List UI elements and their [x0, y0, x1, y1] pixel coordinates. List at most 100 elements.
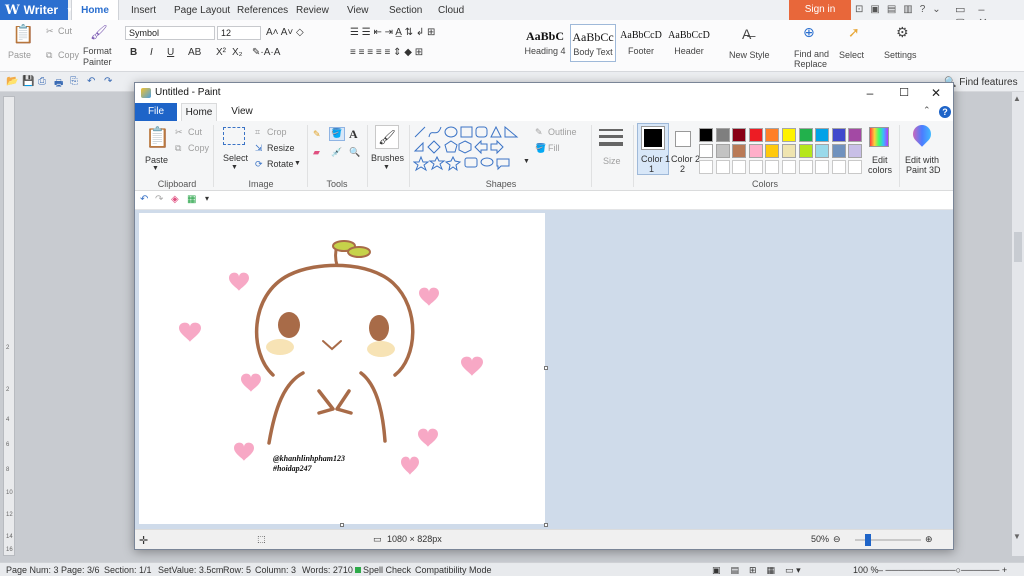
zoom-slider-thumb[interactable]: [865, 534, 871, 546]
palette-swatch[interactable]: [831, 128, 846, 142]
nav-up-icon[interactable]: ▲: [1013, 94, 1021, 103]
paint-redo-icon[interactable]: ↷: [155, 194, 163, 205]
paint-paste-button[interactable]: Paste: [145, 155, 168, 165]
resize-handle-right[interactable]: [544, 366, 548, 370]
palette-swatch-empty[interactable]: [831, 160, 846, 174]
fill-button[interactable]: Fill: [548, 143, 560, 153]
find-replace-label-1[interactable]: Find and: [794, 49, 829, 59]
edit-colors-label-2[interactable]: colors: [868, 165, 892, 175]
palette-swatch[interactable]: [765, 128, 780, 142]
resize-handle-corner[interactable]: [544, 523, 548, 527]
palette-swatch[interactable]: [848, 128, 863, 142]
paint-cut-button[interactable]: Cut: [188, 127, 202, 137]
palette-swatch-empty[interactable]: [715, 160, 730, 174]
strikethrough-button[interactable]: AB: [188, 47, 201, 58]
format-painter-label-1[interactable]: Format: [83, 46, 112, 56]
superscript-button[interactable]: X²: [216, 47, 226, 58]
writer-zoom-slider[interactable]: – ───────────○────── +: [878, 565, 1007, 575]
subscript-button[interactable]: X₂: [232, 47, 243, 58]
help-icon[interactable]: ?: [939, 106, 951, 118]
paint-undo-icon[interactable]: ↶: [140, 194, 148, 205]
zoom-in-icon[interactable]: ⊕: [925, 534, 933, 545]
settings-button[interactable]: Settings: [884, 50, 917, 60]
writer-tab-home[interactable]: Home: [71, 0, 119, 20]
edit-colors-label-1[interactable]: Edit: [872, 155, 888, 165]
paint-drop-icon[interactable]: ◈: [171, 194, 179, 205]
highlight-button[interactable]: ✎·A·A: [252, 47, 280, 58]
collapse-ribbon-icon[interactable]: ⌃: [923, 105, 931, 116]
writer-tab-view[interactable]: View: [347, 0, 369, 20]
palette-swatch[interactable]: [699, 144, 713, 158]
magnifier-icon[interactable]: 🔍: [349, 147, 360, 158]
writer-tab-references[interactable]: References: [237, 0, 288, 20]
new-style-button[interactable]: New Style: [729, 50, 770, 60]
paint3d-label-1[interactable]: Edit with: [905, 155, 939, 165]
font-size-controls[interactable]: A˄ A˅ ◇: [266, 27, 304, 38]
writer-tab-cloud[interactable]: Cloud: [438, 0, 464, 20]
palette-swatch[interactable]: [815, 144, 830, 158]
palette-swatch[interactable]: [798, 128, 813, 142]
paint-select-button[interactable]: Select: [223, 153, 248, 163]
color-picker-icon[interactable]: 💉: [331, 147, 342, 158]
palette-swatch[interactable]: [782, 128, 796, 142]
paint-copy-button[interactable]: Copy: [188, 143, 209, 153]
writer-tab-section[interactable]: Section: [389, 0, 422, 20]
palette-swatch[interactable]: [782, 144, 796, 158]
writer-paste-button[interactable]: Paste: [8, 50, 31, 60]
style-body-text[interactable]: AaBbCc Body Text: [570, 24, 616, 62]
resize-button[interactable]: Resize: [267, 143, 295, 153]
size-button[interactable]: Size: [603, 156, 621, 166]
writer-tab-insert[interactable]: Insert: [131, 0, 156, 20]
find-replace-label-2[interactable]: Replace: [794, 59, 827, 69]
writer-select-button[interactable]: Select: [839, 50, 864, 60]
style-heading-4[interactable]: AaBbC Heading 4: [522, 24, 568, 62]
writer-cut-button[interactable]: Cut: [58, 26, 72, 36]
palette-swatch[interactable]: [798, 144, 813, 158]
palette-swatch-empty[interactable]: [732, 160, 747, 174]
crop-button[interactable]: Crop: [267, 127, 287, 137]
palette-swatch[interactable]: [715, 144, 730, 158]
text-tool-icon[interactable]: A: [349, 127, 358, 142]
align-buttons[interactable]: ≡ ≡ ≡ ≡ ≡ ⇕ ◆ ⊞: [350, 47, 423, 58]
palette-swatch-empty[interactable]: [748, 160, 763, 174]
rotate-button[interactable]: Rotate: [267, 159, 294, 169]
sign-in-button[interactable]: Sign in: [789, 0, 851, 20]
pencil-icon[interactable]: ✎: [313, 129, 321, 140]
italic-button[interactable]: I: [150, 47, 153, 58]
palette-swatch[interactable]: [831, 144, 846, 158]
brushes-button[interactable]: Brushes: [371, 153, 404, 163]
close-button[interactable]: ✕: [919, 84, 953, 102]
underline-button[interactable]: U: [167, 47, 174, 58]
color2-swatch[interactable]: [675, 131, 691, 147]
open-icon[interactable]: 📂: [6, 76, 18, 87]
canvas-area[interactable]: @khanhlinhpham123 #hoidap247: [135, 210, 953, 529]
paint-tab-view[interactable]: View: [227, 103, 257, 121]
bold-button[interactable]: B: [130, 47, 137, 58]
palette-swatch[interactable]: [732, 128, 747, 142]
palette-swatch[interactable]: [699, 128, 713, 142]
nav-down-icon[interactable]: ▼: [1013, 532, 1021, 541]
zoom-out-icon[interactable]: ⊖: [833, 534, 841, 545]
resize-handle-bottom[interactable]: [340, 523, 344, 527]
writer-tab-page-layout[interactable]: Page Layout: [174, 0, 230, 20]
shapes-gallery[interactable]: [413, 125, 529, 173]
writer-top-icons[interactable]: ⊡▣▤▥?⌄: [855, 4, 948, 15]
palette-swatch-empty[interactable]: [782, 160, 796, 174]
font-size-select[interactable]: 12: [217, 26, 261, 40]
palette-swatch[interactable]: [748, 144, 763, 158]
style-footer[interactable]: AaBbCcD Footer: [618, 24, 664, 62]
save-icon[interactable]: 💾: [22, 76, 34, 87]
palette-swatch-empty[interactable]: [848, 160, 863, 174]
customize-qat-icon[interactable]: ▾: [205, 194, 209, 203]
writer-copy-button[interactable]: Copy: [58, 50, 79, 60]
palette-swatch-empty[interactable]: [798, 160, 813, 174]
palette-swatch[interactable]: [715, 128, 730, 142]
writer-tab-review[interactable]: Review: [296, 0, 329, 20]
export-pdf-icon[interactable]: ⎙: [38, 76, 46, 87]
spell-check-toggle[interactable]: Spell Check: [355, 565, 411, 575]
palette-swatch-empty[interactable]: [815, 160, 830, 174]
minimize-button[interactable]: –: [853, 84, 887, 102]
palette-swatch[interactable]: [748, 128, 763, 142]
palette-swatch[interactable]: [815, 128, 830, 142]
eraser-icon[interactable]: ▰: [313, 147, 320, 158]
